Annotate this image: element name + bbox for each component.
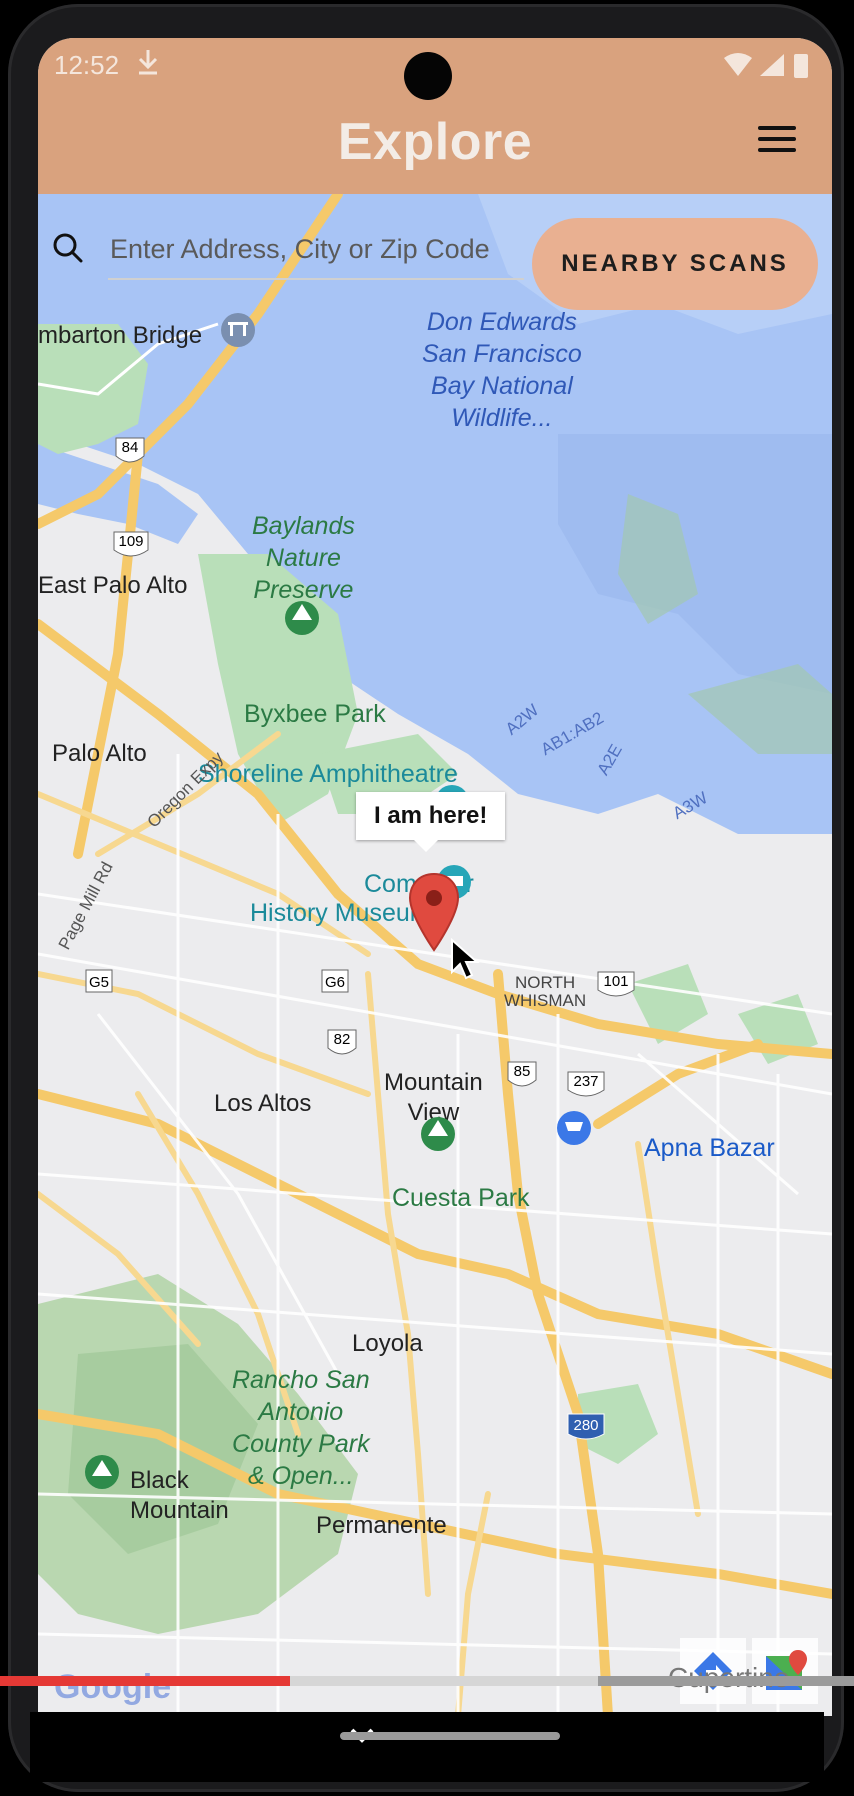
svg-text:G5: G5 bbox=[89, 974, 109, 991]
svg-text:85: 85 bbox=[514, 1063, 531, 1080]
search-icon[interactable] bbox=[50, 230, 86, 266]
bridge-poi-icon bbox=[221, 313, 255, 347]
search-bar bbox=[50, 220, 530, 280]
video-progress-bar[interactable] bbox=[0, 1676, 854, 1686]
battery-icon bbox=[794, 54, 808, 78]
signal-icon bbox=[760, 54, 784, 76]
video-played-bar bbox=[0, 1676, 291, 1686]
shopping-cart-icon bbox=[557, 1111, 591, 1145]
shield-101-icon: 101 bbox=[597, 971, 635, 997]
shield-84-icon: 84 bbox=[115, 437, 145, 463]
front-camera bbox=[404, 52, 452, 100]
shield-109-icon: 109 bbox=[113, 531, 149, 557]
nearby-scans-button[interactable]: NEARBY SCANS bbox=[532, 218, 818, 310]
svg-text:84: 84 bbox=[122, 439, 139, 456]
svg-text:237: 237 bbox=[573, 1073, 598, 1090]
phone-frame: mbarton Bridge Don Edwards San Francisco… bbox=[8, 4, 844, 1792]
shield-82-icon: 82 bbox=[327, 1029, 357, 1055]
search-input[interactable] bbox=[108, 220, 524, 280]
black-mountain-icon bbox=[85, 1455, 119, 1489]
page-title: Explore bbox=[337, 113, 533, 171]
status-icons bbox=[724, 53, 808, 78]
shield-280-icon: 280 bbox=[567, 1413, 605, 1440]
download-icon bbox=[138, 50, 158, 75]
map-view[interactable]: mbarton Bridge Don Edwards San Francisco… bbox=[38, 194, 832, 1716]
app-screen: mbarton Bridge Don Edwards San Francisco… bbox=[38, 38, 832, 1716]
video-buffer-bar bbox=[290, 1676, 598, 1686]
svg-text:G6: G6 bbox=[325, 974, 345, 991]
svg-text:101: 101 bbox=[603, 973, 628, 990]
location-callout: I am here! bbox=[356, 792, 506, 852]
shield-85-icon: 85 bbox=[507, 1061, 537, 1087]
svg-text:82: 82 bbox=[334, 1031, 351, 1048]
status-time: 12:52 bbox=[54, 50, 120, 80]
cuesta-park-tree-icon bbox=[421, 1117, 455, 1151]
highway-shields: 84 109 G5 G6 82 85 101 237 280 bbox=[85, 313, 635, 1489]
park-tree-icon bbox=[285, 601, 319, 635]
shield-g6-icon: G6 bbox=[321, 969, 349, 993]
google-logo: Google bbox=[54, 1668, 172, 1706]
shield-237-icon: 237 bbox=[567, 1071, 605, 1097]
mouse-cursor-icon bbox=[451, 938, 480, 980]
home-indicator[interactable] bbox=[340, 1732, 560, 1740]
svg-text:280: 280 bbox=[573, 1417, 598, 1434]
system-nav-bar bbox=[30, 1712, 824, 1782]
svg-text:109: 109 bbox=[118, 533, 143, 550]
hamburger-menu-icon[interactable] bbox=[758, 126, 796, 156]
shield-g5-icon: G5 bbox=[85, 969, 113, 993]
wifi-icon bbox=[724, 53, 752, 76]
